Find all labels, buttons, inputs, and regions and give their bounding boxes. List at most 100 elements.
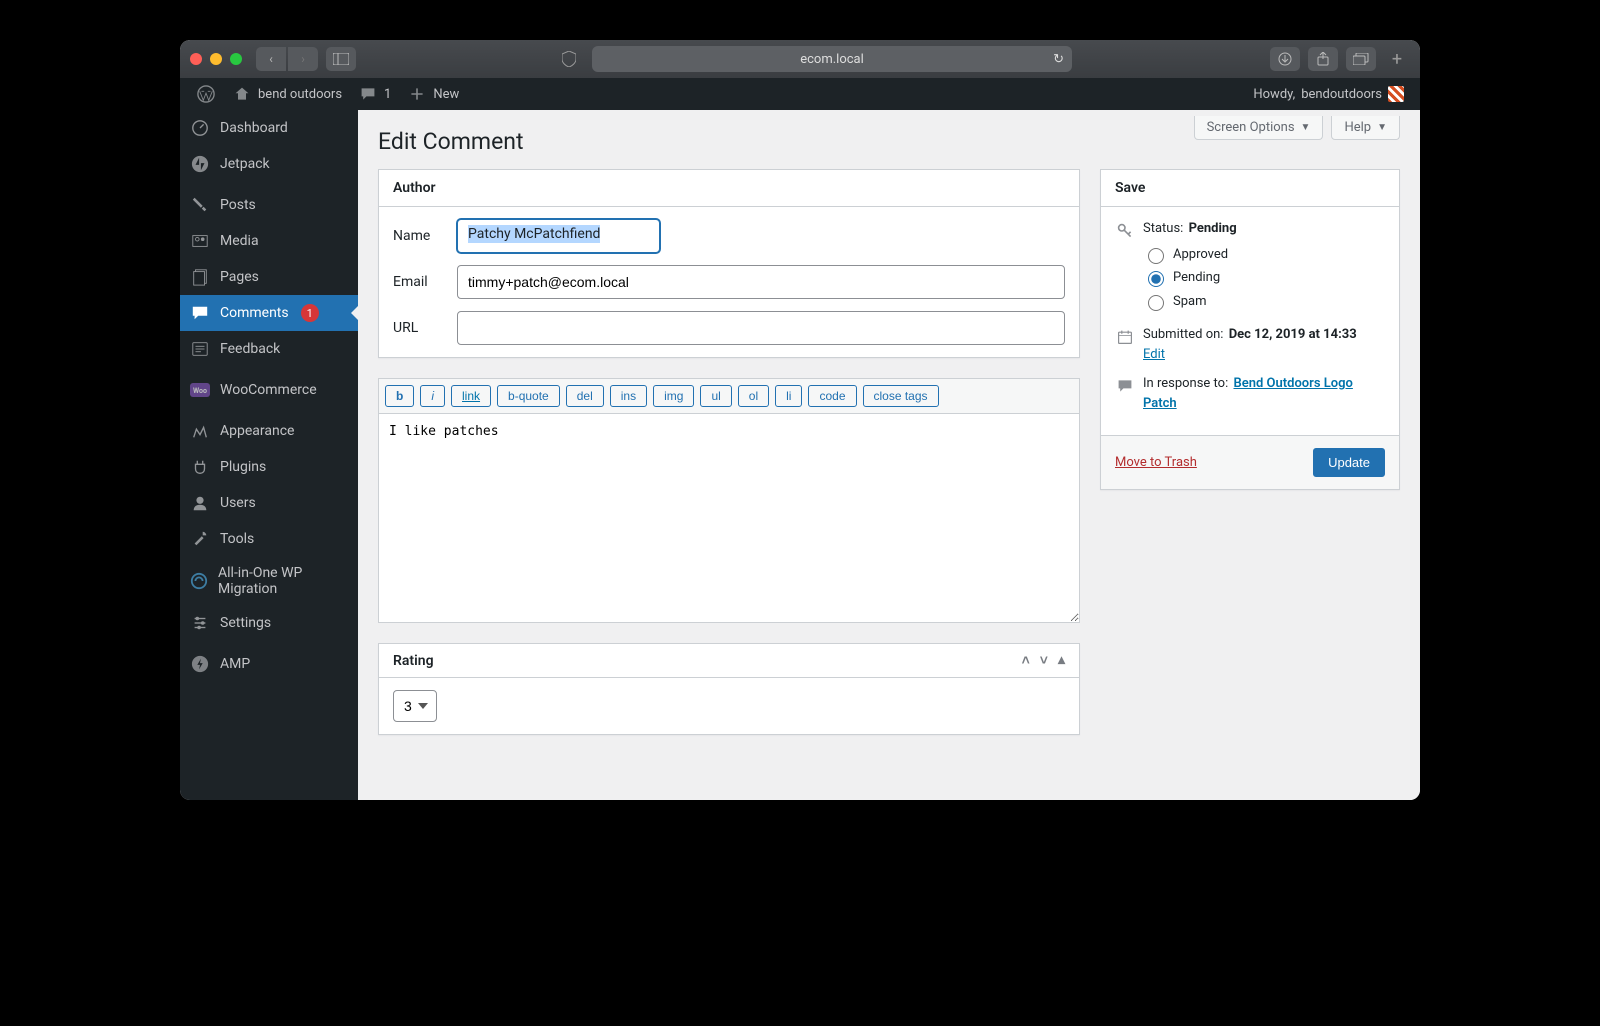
sidebar-item-label: Plugins <box>220 459 266 475</box>
sidebar-item-posts[interactable]: Posts <box>180 187 358 223</box>
users-icon <box>190 493 210 513</box>
url-input[interactable] <box>457 311 1065 345</box>
new-tab-button[interactable]: + <box>1384 46 1410 72</box>
quicktag-del[interactable]: del <box>566 385 604 407</box>
status-pending-radio[interactable]: Pending <box>1143 268 1237 288</box>
quicktag-i[interactable]: i <box>420 385 445 407</box>
email-input[interactable] <box>457 265 1065 299</box>
sidebar-item-users[interactable]: Users <box>180 485 358 521</box>
back-button[interactable]: ‹ <box>256 47 286 71</box>
zoom-window-icon[interactable] <box>230 53 242 65</box>
help-button[interactable]: Help ▼ <box>1331 116 1400 140</box>
sidebar-item-label: Comments <box>220 305 289 321</box>
status-approved-radio[interactable]: Approved <box>1143 245 1237 265</box>
downloads-button[interactable] <box>1270 47 1300 71</box>
update-button[interactable]: Update <box>1313 448 1385 477</box>
sidebar-item-amp[interactable]: AMP <box>180 646 358 682</box>
sidebar-item-jetpack[interactable]: Jetpack <box>180 146 358 182</box>
submitted-label: Submitted on: <box>1143 327 1223 342</box>
posts-icon <box>190 195 210 215</box>
quicktag-b[interactable]: b <box>385 385 414 407</box>
wp-admin-bar: bend outdoors 1 New Howdy, bendoutdoors <box>180 78 1420 110</box>
close-window-icon[interactable] <box>190 53 202 65</box>
sidebar-item-pages[interactable]: Pages <box>180 259 358 295</box>
quicktag-li[interactable]: li <box>775 385 802 407</box>
quicktag-ins[interactable]: ins <box>610 385 647 407</box>
sidebar-item-label: Posts <box>220 197 256 213</box>
tools-icon <box>190 529 210 549</box>
edit-timestamp-link[interactable]: Edit <box>1143 347 1165 362</box>
calendar-icon <box>1115 327 1135 347</box>
sidebar-item-label: Tools <box>220 531 254 547</box>
jetpack-icon <box>190 154 210 174</box>
aio-icon <box>190 571 208 591</box>
new-label: New <box>433 87 459 102</box>
browser-window: ‹ › ecom.local ↻ + <box>180 40 1420 800</box>
comment-icon <box>1115 376 1135 396</box>
move-to-trash-link[interactable]: Move to Trash <box>1115 455 1197 470</box>
status-label: Status: <box>1143 221 1183 236</box>
quicktag-ol[interactable]: ol <box>738 385 769 407</box>
home-icon <box>232 84 252 104</box>
quicktag-link[interactable]: link <box>451 385 491 407</box>
my-account-menu[interactable]: Howdy, bendoutdoors <box>1245 78 1412 110</box>
quicktag-b-quote[interactable]: b-quote <box>497 385 560 407</box>
rating-select[interactable]: 3 <box>393 690 437 722</box>
sidebar-item-comments[interactable]: Comments1 <box>180 295 358 331</box>
shield-icon[interactable] <box>554 47 584 71</box>
comment-textarea[interactable] <box>378 413 1080 623</box>
email-label: Email <box>393 274 457 290</box>
sidebar-item-appearance[interactable]: Appearance <box>180 413 358 449</box>
share-button[interactable] <box>1308 47 1338 71</box>
name-input[interactable] <box>457 219 660 253</box>
sidebar-item-settings[interactable]: Settings <box>180 605 358 641</box>
sidebar-item-label: AMP <box>220 656 250 672</box>
quicktag-ul[interactable]: ul <box>700 385 731 407</box>
comments-menu[interactable]: 1 <box>350 78 399 110</box>
move-up-icon[interactable]: ˄ <box>1022 652 1030 669</box>
quicktag-img[interactable]: img <box>653 385 694 407</box>
dashboard-icon <box>190 118 210 138</box>
sidebar-item-dashboard[interactable]: Dashboard <box>180 110 358 146</box>
settings-icon <box>190 613 210 633</box>
nav-buttons: ‹ › <box>256 47 318 71</box>
sidebar-item-label: Users <box>220 495 256 511</box>
toggle-icon[interactable]: ▴ <box>1058 652 1065 669</box>
username: bendoutdoors <box>1301 87 1382 102</box>
wp-logo-menu[interactable] <box>188 78 224 110</box>
url-bar[interactable]: ecom.local ↻ <box>592 46 1072 72</box>
minimize-window-icon[interactable] <box>210 53 222 65</box>
svg-text:Woo: Woo <box>193 387 207 395</box>
sidebar-item-feedback[interactable]: Feedback <box>180 331 358 367</box>
sidebar-item-label: Appearance <box>220 423 294 439</box>
top-option-buttons: Screen Options ▼ Help ▼ <box>1194 116 1400 140</box>
new-content-menu[interactable]: New <box>399 78 467 110</box>
rating-heading: Rating <box>393 653 434 669</box>
status-spam-radio[interactable]: Spam <box>1143 292 1237 312</box>
move-down-icon[interactable]: ˅ <box>1040 652 1048 669</box>
sidebar-item-all-in-one-wp-migration[interactable]: All-in-One WP Migration <box>180 557 358 605</box>
screen-options-button[interactable]: Screen Options ▼ <box>1194 116 1324 140</box>
sidebar-item-label: Media <box>220 233 259 249</box>
amp-icon <box>190 654 210 674</box>
tabs-button[interactable] <box>1346 47 1376 71</box>
author-heading: Author <box>379 170 1079 207</box>
quicktag-code[interactable]: code <box>808 385 856 407</box>
feedback-icon <box>190 339 210 359</box>
sidebar-item-media[interactable]: Media <box>180 223 358 259</box>
wp-body: Dashboard Jetpack Posts Media PagesComments1… <box>180 110 1420 800</box>
sidebar-item-tools[interactable]: Tools <box>180 521 358 557</box>
site-name-menu[interactable]: bend outdoors <box>224 78 350 110</box>
sidebar-toggle-button[interactable] <box>326 47 356 71</box>
admin-sidebar: Dashboard Jetpack Posts Media PagesComments1… <box>180 110 358 800</box>
quicktag-close-tags[interactable]: close tags <box>863 385 939 407</box>
sidebar-item-plugins[interactable]: Plugins <box>180 449 358 485</box>
sidebar-item-label: Jetpack <box>220 156 270 172</box>
sidebar-item-woocommerce[interactable]: WooWooCommerce <box>180 372 358 408</box>
url-label: URL <box>393 320 457 336</box>
chevron-down-icon: ▼ <box>1301 122 1311 133</box>
forward-button[interactable]: › <box>288 47 318 71</box>
safari-toolbar: ‹ › ecom.local ↻ + <box>180 40 1420 78</box>
reload-icon[interactable]: ↻ <box>1053 52 1064 67</box>
plugins-icon <box>190 457 210 477</box>
